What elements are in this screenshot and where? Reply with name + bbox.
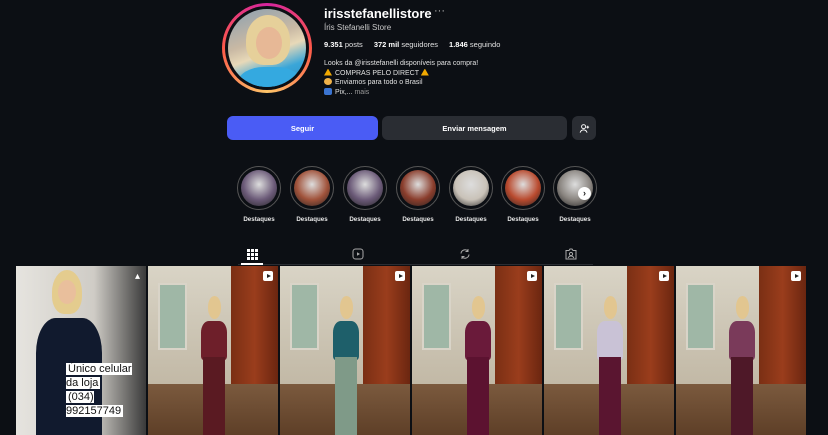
highlight-label: Destaques: [455, 216, 487, 223]
highlight-item[interactable]: Destaques: [289, 166, 335, 223]
highlight-item[interactable]: Destaques: [448, 166, 494, 223]
highlight-label: Destaques: [402, 216, 434, 223]
highlight-item[interactable]: Destaques: [236, 166, 282, 223]
tagged-icon: [565, 248, 577, 260]
tab-reels[interactable]: [351, 248, 365, 260]
sparkle-icon: [324, 78, 332, 85]
reels-icon: [352, 248, 364, 260]
bio: Looks da @irisstefanelli disponíveis par…: [324, 59, 478, 97]
grid-icon: [246, 248, 258, 260]
tab-posts[interactable]: [241, 248, 263, 265]
username: irisstefanellistore: [324, 6, 432, 21]
highlight-item[interactable]: Destaques: [552, 166, 598, 223]
add-user-icon: [579, 123, 589, 133]
highlight-cover: [241, 170, 277, 206]
highlight-label: Destaques: [349, 216, 381, 223]
following-stat[interactable]: 1.846 seguindo: [449, 40, 500, 49]
post-caption: Único celular da loja (034) 992157749: [66, 363, 132, 417]
bio-line: Enviamos para todo o Brasil: [335, 79, 423, 86]
tab-reposts[interactable]: [458, 248, 472, 260]
tab-tagged[interactable]: [564, 248, 578, 260]
card-icon: [324, 87, 332, 95]
highlight-cover: [505, 170, 541, 206]
post-person: [725, 296, 759, 435]
bio-more-link[interactable]: mais: [354, 89, 369, 96]
highlights-next-button[interactable]: ›: [578, 187, 591, 200]
profile-avatar[interactable]: [222, 3, 312, 93]
post-person: [461, 296, 495, 435]
pin-icon: ▴: [134, 271, 140, 282]
tabs-divider: [238, 264, 593, 265]
highlight-cover: [400, 170, 436, 206]
highlight-item[interactable]: Destaques: [395, 166, 441, 223]
highlight-label: Destaques: [296, 216, 328, 223]
full-name: Íris Stefanelli Store: [324, 23, 392, 32]
send-message-button[interactable]: Enviar mensagem: [382, 116, 567, 140]
reel-icon: [659, 271, 669, 281]
post-person: [197, 296, 231, 435]
more-options-icon[interactable]: ···: [434, 5, 445, 17]
highlight-cover: [453, 170, 489, 206]
reel-icon: [527, 271, 537, 281]
post-tile[interactable]: [412, 266, 542, 435]
repost-icon: [460, 249, 470, 259]
bio-line: Looks da @irisstefanelli disponíveis par…: [324, 60, 479, 67]
bio-line: Pix,...: [335, 88, 353, 96]
posts-grid: ▴ Único celular da loja (034) 992157749: [16, 266, 806, 435]
post-person: [329, 296, 363, 435]
highlight-item[interactable]: Destaques: [342, 166, 388, 223]
post-person: [593, 296, 627, 435]
highlight-cover: [294, 170, 330, 206]
reel-icon: [263, 271, 273, 281]
post-tile[interactable]: [148, 266, 278, 435]
highlight-cover: [347, 170, 383, 206]
warning-icon: [420, 68, 429, 76]
profile-stats: 9.351 posts 372 mil seguidores 1.846 seg…: [324, 40, 500, 49]
post-tile[interactable]: [544, 266, 674, 435]
warning-icon: [324, 68, 332, 76]
bio-line: COMPRAS PELO DIRECT: [335, 69, 419, 77]
highlight-label: Destaques: [507, 216, 539, 223]
reel-icon: [395, 271, 405, 281]
followers-stat[interactable]: 372 mil seguidores: [374, 40, 438, 49]
post-tile[interactable]: [676, 266, 806, 435]
follow-button[interactable]: Seguir: [227, 116, 378, 140]
highlight-label: Destaques: [559, 216, 591, 223]
add-user-button[interactable]: [572, 116, 596, 140]
posts-stat: 9.351 posts: [324, 40, 363, 49]
post-tile[interactable]: [280, 266, 410, 435]
highlight-item[interactable]: Destaques: [500, 166, 546, 223]
post-tile-pinned[interactable]: ▴ Único celular da loja (034) 992157749: [16, 266, 146, 435]
reel-icon: [791, 271, 801, 281]
avatar-photo: [228, 9, 306, 87]
highlight-label: Destaques: [243, 216, 275, 223]
